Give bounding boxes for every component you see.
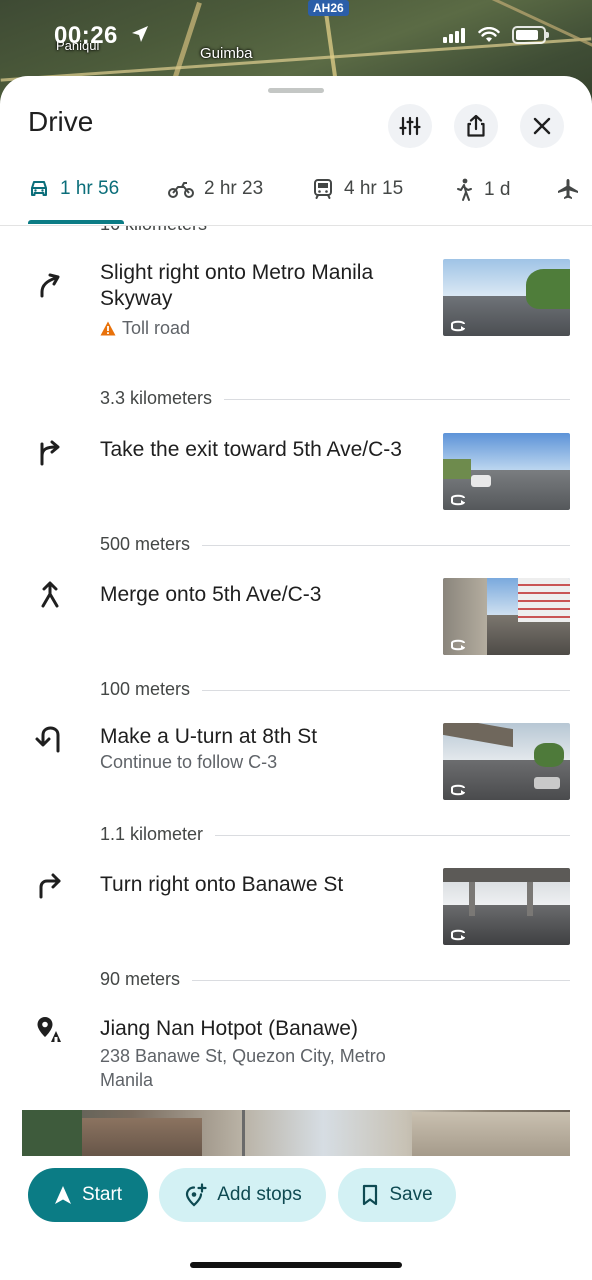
status-icons [442, 26, 549, 44]
location-arrow-icon [132, 26, 148, 42]
tab-motorcycle[interactable]: 2 hr 23 [168, 178, 263, 200]
step-instruction[interactable]: Slight right onto Metro Manila Skyway [100, 260, 430, 312]
tab-transit[interactable]: 4 hr 15 [312, 178, 403, 200]
motorcycle-icon [168, 182, 194, 198]
distance-divider: 100 meters [100, 679, 570, 700]
add-location-icon [186, 1183, 207, 1207]
tab-motorcycle-label: 2 hr 23 [204, 178, 264, 199]
u-turn-icon [35, 726, 60, 753]
destination-address: 238 Banawe St, Quezon City, Metro Manila [100, 1046, 386, 1090]
route-shield: AH26 [308, 0, 349, 16]
tab-drive[interactable]: 1 hr 56 [28, 178, 119, 200]
destination-name[interactable]: Jiang Nan Hotpot (Banawe) [100, 1016, 430, 1042]
panorama-icon [451, 494, 465, 506]
panorama-icon [451, 639, 465, 651]
step-note: Toll road [100, 318, 190, 339]
flight-icon [558, 179, 578, 199]
panorama-icon [451, 929, 465, 941]
panorama-icon [451, 784, 465, 796]
warning-icon [100, 321, 116, 336]
distance-divider: 3.3 kilometers [100, 388, 570, 409]
step-instruction[interactable]: Take the exit toward 5th Ave/C-3 [100, 437, 430, 463]
street-view-thumbnail[interactable] [443, 259, 570, 336]
distance-divider: 500 meters [100, 534, 570, 555]
status-time: 00:26 [54, 22, 118, 49]
step-instruction[interactable]: Merge onto 5th Ave/C-3 [100, 582, 430, 608]
distance-divider: 1.1 kilometer [100, 824, 570, 845]
exit-right-icon [40, 440, 60, 466]
turn-right-icon [39, 873, 61, 899]
merge-icon [41, 581, 59, 608]
street-view-thumbnail[interactable] [443, 723, 570, 800]
selected-tab-indicator [28, 220, 124, 224]
share-button[interactable] [454, 104, 498, 148]
travel-mode-tabs: 1 hr 56 2 hr 23 4 hr 15 1 d [0, 168, 592, 226]
wifi-icon [478, 27, 500, 42]
save-button[interactable]: Save [338, 1168, 456, 1222]
distance-divider: 16 kilometers [100, 226, 570, 235]
action-bar: Start Add stops Save [0, 1156, 592, 1280]
tune-icon [399, 116, 421, 136]
transit-icon [314, 179, 332, 199]
street-view-thumbnail[interactable] [443, 868, 570, 945]
step-instruction[interactable]: Turn right onto Banawe St [100, 872, 430, 898]
signal-icon [443, 28, 465, 43]
home-indicator[interactable] [190, 1262, 402, 1268]
distance-divider: 90 meters [100, 969, 570, 990]
start-button[interactable]: Start [28, 1168, 148, 1222]
tab-walk[interactable]: 1 d [454, 178, 510, 202]
step-note: Continue to follow C-3 [100, 752, 278, 772]
step-instruction[interactable]: Make a U-turn at 8th St [100, 724, 430, 750]
tab-walk-label: 1 d [484, 179, 511, 200]
tab-transit-label: 4 hr 15 [344, 178, 404, 199]
drag-handle[interactable] [268, 88, 324, 93]
battery-icon [512, 26, 549, 44]
tab-flight[interactable] [556, 178, 580, 200]
share-icon [467, 114, 485, 137]
car-icon [31, 181, 47, 196]
page-title: Drive [28, 106, 94, 137]
tab-drive-label: 1 hr 56 [60, 178, 120, 199]
destination-icon [37, 1017, 61, 1042]
slight-right-icon [40, 273, 60, 298]
route-options-button[interactable] [388, 104, 432, 148]
street-view-thumbnail[interactable] [443, 578, 570, 655]
close-icon [533, 117, 551, 135]
add-stops-button[interactable]: Add stops [159, 1168, 326, 1222]
directions-list[interactable]: 16 kilometers Slight right onto Metro Ma… [0, 226, 592, 1156]
status-bar: 00:26 [0, 18, 592, 54]
navigation-arrow-icon [54, 1186, 71, 1204]
close-button[interactable] [520, 104, 564, 148]
street-view-thumbnail[interactable] [443, 433, 570, 510]
walk-icon [457, 178, 472, 201]
bookmark-icon [363, 1184, 378, 1206]
panorama-icon [451, 320, 465, 332]
directions-sheet: Drive 1 hr 56 2 hr 23 4 hr 15 1 d Slight… [0, 76, 592, 1280]
